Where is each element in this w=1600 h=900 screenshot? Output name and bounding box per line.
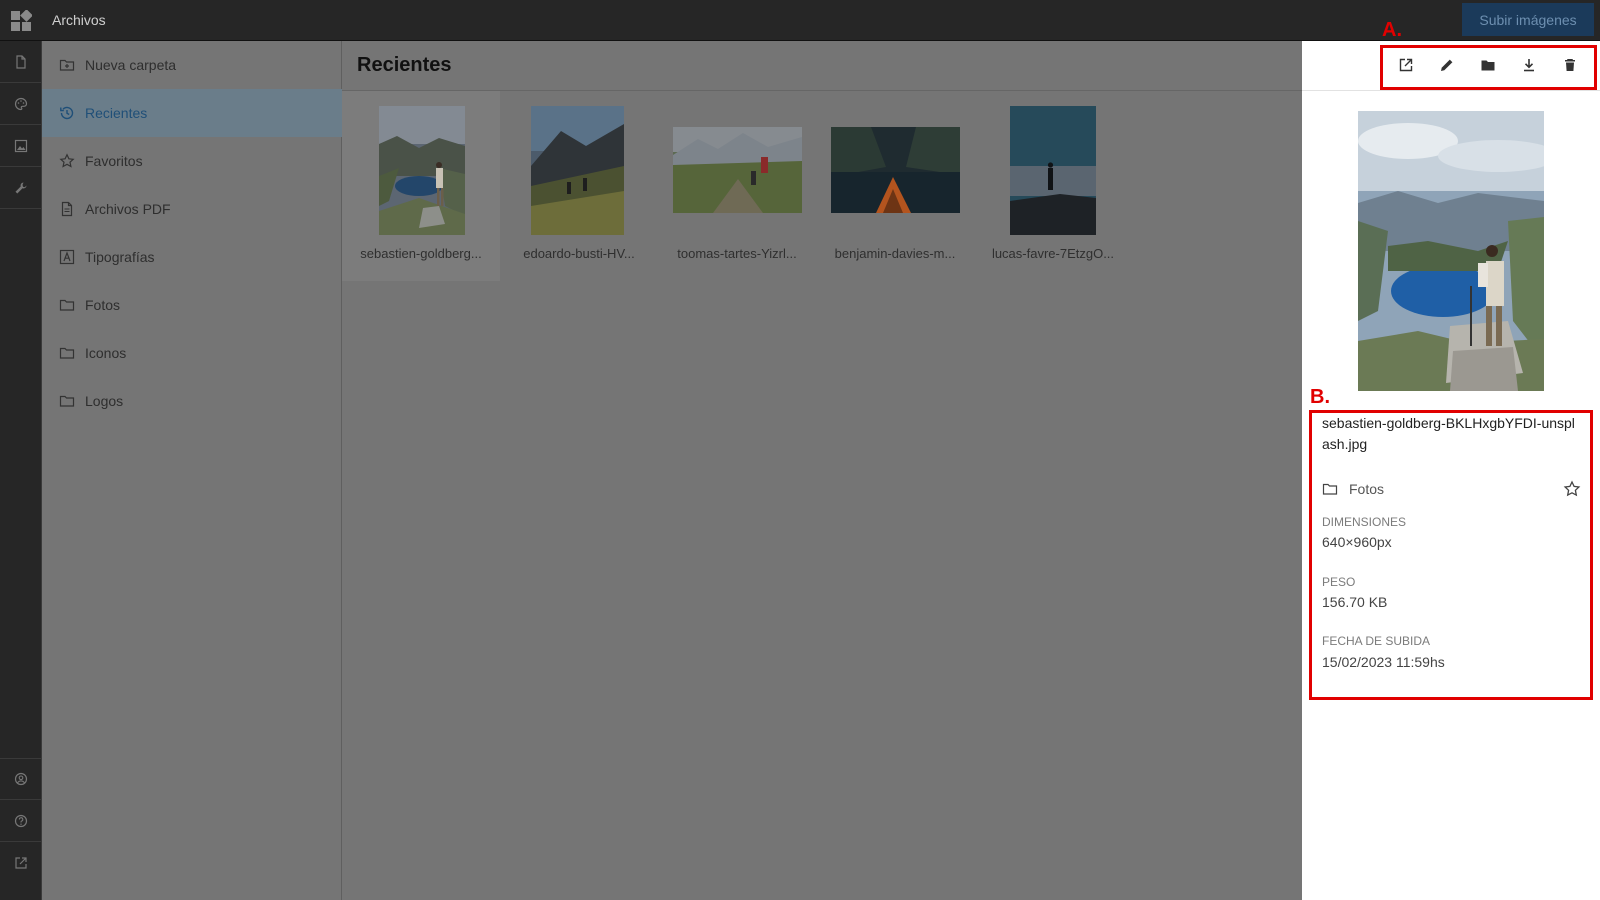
left-rail: [0, 41, 42, 900]
rail-account-button[interactable]: [0, 758, 42, 800]
file-thumbnail: [1010, 106, 1096, 235]
file-icon: [16, 54, 26, 69]
main-content: Recientes sebastien-goldberg... edoardo-…: [342, 41, 1302, 900]
font-icon: [59, 249, 75, 265]
image-preview: [1358, 111, 1544, 391]
rail-images-button[interactable]: [0, 125, 42, 167]
sidebar-item-recent[interactable]: Recientes: [42, 89, 342, 137]
document-icon: [61, 201, 73, 217]
app-title: Archivos: [52, 12, 106, 28]
file-name: edoardo-busti-HV...: [523, 246, 635, 261]
file-name: lucas-favre-7EtzgO...: [991, 246, 1115, 261]
external-link-icon: [15, 857, 27, 869]
page-title: Recientes: [357, 54, 452, 76]
sidebar-item-fonts[interactable]: Tipografías: [42, 233, 342, 281]
annotation-label-b: B.: [1310, 386, 1330, 408]
rail-files-button[interactable]: [0, 41, 42, 83]
sidebar-item-label: Nueva carpeta: [85, 57, 177, 73]
annotation-label-a: A.: [1382, 19, 1402, 41]
palette-icon: [14, 97, 28, 110]
app-grid-logo-icon[interactable]: [10, 10, 32, 32]
file-tile[interactable]: toomas-tartes-Yizrl...: [658, 91, 816, 281]
sidebar-item-label: Recientes: [85, 105, 148, 121]
file-tile[interactable]: edoardo-busti-HV...: [500, 91, 658, 281]
folder-icon: [59, 347, 75, 359]
rail-tools-button[interactable]: [0, 167, 42, 209]
sidebar-item-label: Logos: [85, 393, 124, 409]
sidebar-item-logos[interactable]: Logos: [42, 377, 342, 425]
sidebar: Nueva carpeta Recientes Favoritos Archiv…: [42, 41, 342, 900]
sidebar-item-label: Tipografías: [85, 249, 155, 265]
file-thumbnail: [379, 106, 465, 235]
file-thumbnail: [531, 106, 624, 235]
sidebar-item-pdf[interactable]: Archivos PDF: [42, 185, 342, 233]
help-circle-icon: [14, 814, 28, 827]
folder-icon: [59, 395, 75, 407]
main-header: Recientes: [342, 41, 1302, 91]
sidebar-item-label: Fotos: [85, 297, 121, 313]
file-tile[interactable]: lucas-favre-7EtzgO...: [974, 91, 1132, 281]
rail-help-button[interactable]: [0, 800, 42, 842]
file-name: benjamin-davies-m...: [834, 246, 956, 261]
sidebar-item-favorites[interactable]: Favoritos: [42, 137, 342, 185]
annotation-box-b: [1309, 410, 1593, 700]
file-thumbnail: [831, 127, 960, 213]
history-icon: [60, 106, 74, 120]
sidebar-item-new-folder[interactable]: Nueva carpeta: [42, 41, 342, 89]
wrench-icon: [15, 182, 27, 193]
sidebar-item-icons[interactable]: Iconos: [42, 329, 342, 377]
sidebar-item-label: Favoritos: [85, 153, 143, 169]
rail-palette-button[interactable]: [0, 83, 42, 125]
file-tile[interactable]: benjamin-davies-m...: [816, 91, 974, 281]
file-thumbnail: [673, 127, 802, 213]
file-tile[interactable]: sebastien-goldberg...: [342, 91, 500, 281]
user-circle-icon: [14, 772, 28, 786]
sidebar-item-photos[interactable]: Fotos: [42, 281, 342, 329]
file-name: sebastien-goldberg...: [360, 246, 482, 261]
file-name: toomas-tartes-Yizrl...: [677, 246, 797, 261]
sidebar-item-label: Archivos PDF: [85, 201, 171, 217]
folder-plus-icon: [59, 59, 75, 71]
folder-icon: [59, 299, 75, 311]
rail-external-button[interactable]: [0, 842, 42, 884]
image-icon: [14, 139, 28, 152]
sidebar-item-label: Iconos: [85, 345, 127, 361]
annotation-box-a: [1380, 45, 1597, 90]
top-bar: Archivos Subir imágenes: [0, 0, 1600, 41]
upload-images-button[interactable]: Subir imágenes: [1462, 3, 1594, 36]
star-icon: [59, 153, 75, 168]
